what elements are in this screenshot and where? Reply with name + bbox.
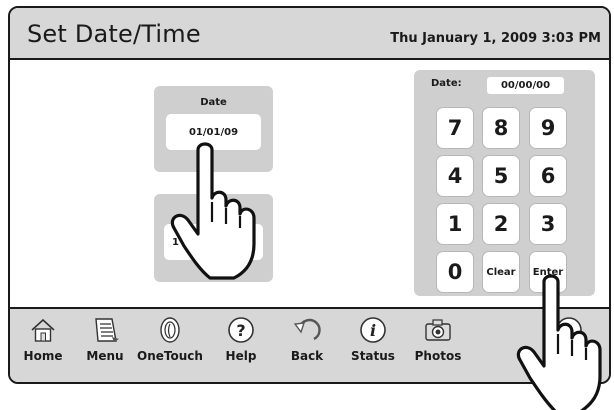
keypad-display: 00/00/00 — [487, 77, 564, 94]
menu-icon — [95, 318, 119, 342]
key-1[interactable]: 1 — [436, 203, 474, 245]
back-icon — [293, 318, 321, 341]
nav-onetouch-label: OneTouch — [137, 349, 203, 363]
key-7[interactable]: 7 — [436, 107, 474, 149]
nav-status[interactable]: i Status — [338, 315, 408, 363]
nav-onetouch[interactable]: OneTouch — [130, 315, 210, 363]
svg-text:i: i — [370, 321, 376, 340]
nav-photos-label: Photos — [414, 349, 462, 363]
keypad: Date: 00/00/00 7 8 9 4 5 6 1 2 3 0 Clear… — [414, 70, 595, 296]
key-0[interactable]: 0 — [436, 251, 474, 293]
key-4[interactable]: 4 — [436, 155, 474, 197]
page-title: Set Date/Time — [27, 20, 201, 48]
current-datetime: Thu January 1, 2009 3:03 PM — [390, 31, 601, 46]
key-6[interactable]: 6 — [529, 155, 567, 197]
hand-pointer-icon-enter — [516, 274, 602, 410]
nav-back-label: Back — [290, 349, 324, 363]
key-8[interactable]: 8 — [482, 107, 520, 149]
home-icon — [31, 318, 55, 342]
nav-home-label: Home — [23, 349, 63, 363]
onetouch-icon — [160, 317, 180, 343]
hand-pointer-icon — [170, 142, 256, 280]
key-2[interactable]: 2 — [482, 203, 520, 245]
key-5[interactable]: 5 — [482, 155, 520, 197]
nav-help[interactable]: ? Help — [206, 315, 276, 363]
key-3[interactable]: 3 — [529, 203, 567, 245]
status-icon: i — [360, 317, 386, 343]
nav-status-label: Status — [351, 349, 395, 363]
keypad-label: Date: — [431, 78, 462, 89]
nav-home[interactable]: Home — [10, 315, 78, 363]
camera-icon — [425, 319, 451, 341]
title-bar: Set Date/Time Thu January 1, 2009 3:03 P… — [10, 8, 609, 60]
date-card-label: Date — [200, 97, 227, 108]
nav-help-label: Help — [225, 349, 257, 363]
key-9[interactable]: 9 — [529, 107, 567, 149]
svg-text:?: ? — [236, 321, 245, 340]
nav-photos[interactable]: Photos — [403, 315, 473, 363]
nav-back[interactable]: Back — [272, 315, 342, 363]
help-icon: ? — [228, 317, 254, 343]
